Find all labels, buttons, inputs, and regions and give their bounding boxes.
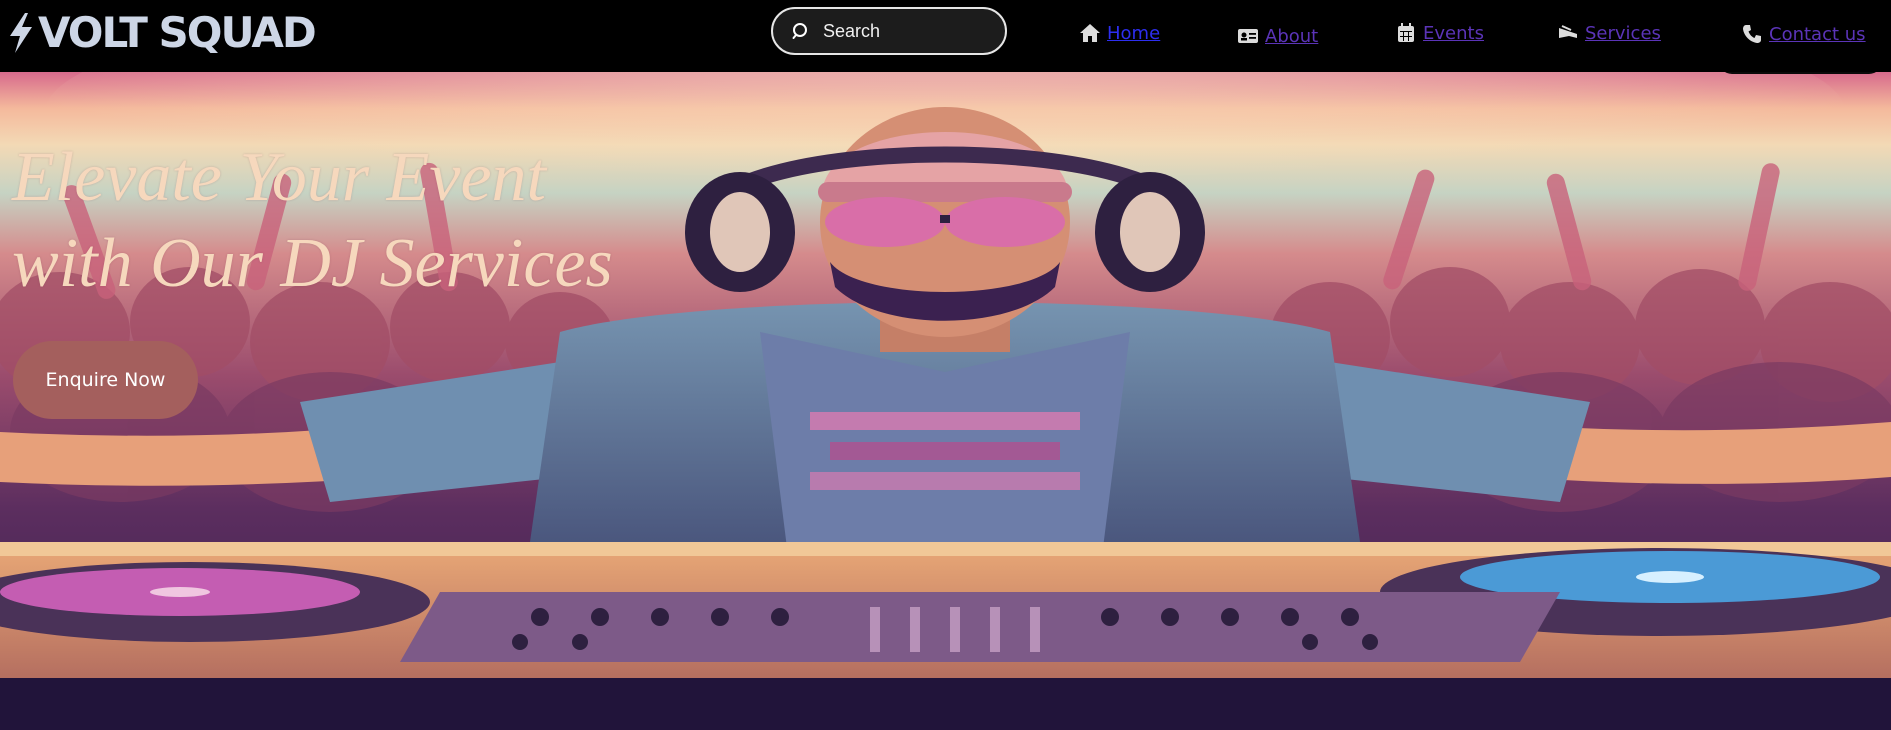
nav-events-label: Events	[1423, 22, 1484, 44]
search-box[interactable]	[771, 7, 1007, 55]
logo[interactable]: VOLT SQUAD	[6, 8, 317, 57]
nav-services-label: Services	[1585, 22, 1661, 44]
hero-headline-line2: with Our DJ Services	[12, 225, 613, 302]
nav-about-label: About	[1265, 25, 1319, 47]
nav-contact-link[interactable]: Contact us	[1741, 17, 1866, 51]
id-card-icon	[1237, 25, 1259, 47]
megaphone-icon	[1557, 22, 1579, 44]
phone-icon	[1741, 23, 1763, 45]
header: VOLT SQUAD Home About Events	[0, 0, 1891, 72]
home-icon	[1079, 22, 1101, 44]
calendar-icon	[1395, 22, 1417, 44]
brand-name: VOLT SQUAD	[38, 8, 317, 57]
page-bottom-band	[0, 678, 1891, 730]
hero-headline: Elevate Your Event with Our DJ Services	[12, 135, 613, 307]
nav-contact-label: Contact us	[1769, 23, 1866, 45]
page: VOLT SQUAD Home About Events	[0, 0, 1891, 730]
nav-home-label: Home	[1107, 22, 1161, 44]
search-input[interactable]	[823, 20, 993, 42]
nav-services-link[interactable]: Services	[1557, 16, 1661, 50]
enquire-now-button[interactable]: Enquire Now	[13, 341, 198, 419]
search-icon	[791, 21, 811, 41]
nav-home-link[interactable]: Home	[1079, 16, 1160, 50]
hero-headline-line1: Elevate Your Event	[12, 139, 546, 216]
lightning-bolt-icon	[10, 13, 32, 53]
nav-events-link[interactable]: Events	[1395, 16, 1484, 50]
hero-section: Elevate Your Event with Our DJ Services …	[0, 72, 1891, 678]
nav-about-link[interactable]: About	[1237, 19, 1318, 53]
